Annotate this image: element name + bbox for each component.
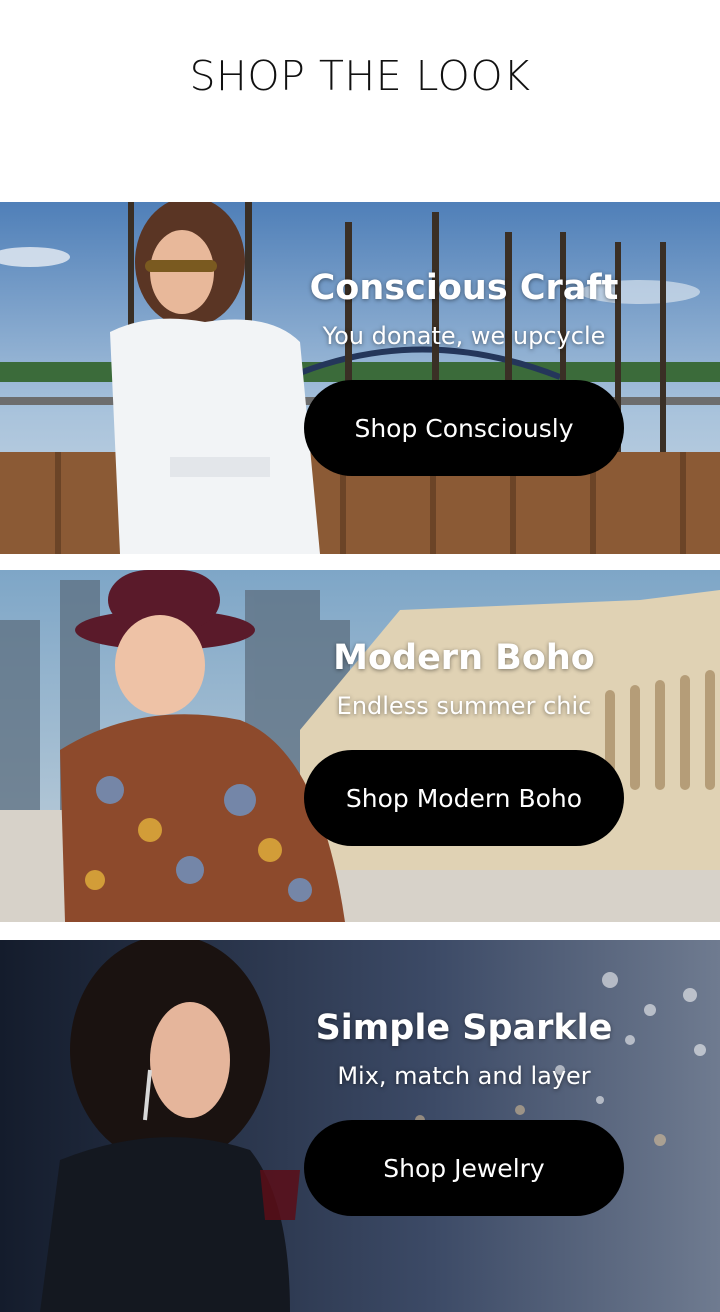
promo-subtitle: You donate, we upcycle [322, 322, 606, 350]
promo-title: Modern Boho [333, 638, 595, 678]
promo-subtitle: Mix, match and layer [337, 1062, 591, 1090]
promo-title: Conscious Craft [309, 268, 619, 308]
promo-card-simple-sparkle[interactable]: Simple Sparkle Mix, match and layer Shop… [0, 940, 720, 1312]
shop-consciously-button[interactable]: Shop Consciously [304, 380, 624, 476]
shop-modern-boho-button[interactable]: Shop Modern Boho [304, 750, 624, 846]
promo-content-conscious-craft: Conscious Craft You donate, we upcycle S… [304, 268, 624, 476]
promo-content-simple-sparkle: Simple Sparkle Mix, match and layer Shop… [304, 1008, 624, 1216]
promo-content-modern-boho: Modern Boho Endless summer chic Shop Mod… [304, 638, 624, 846]
page-title: SHOP THE LOOK [189, 52, 531, 100]
promo-card-conscious-craft[interactable]: Conscious Craft You donate, we upcycle S… [0, 202, 720, 554]
promo-title: Simple Sparkle [315, 1008, 613, 1048]
promo-card-modern-boho[interactable]: Modern Boho Endless summer chic Shop Mod… [0, 570, 720, 922]
promo-subtitle: Endless summer chic [336, 692, 592, 720]
shop-jewelry-button[interactable]: Shop Jewelry [304, 1120, 624, 1216]
